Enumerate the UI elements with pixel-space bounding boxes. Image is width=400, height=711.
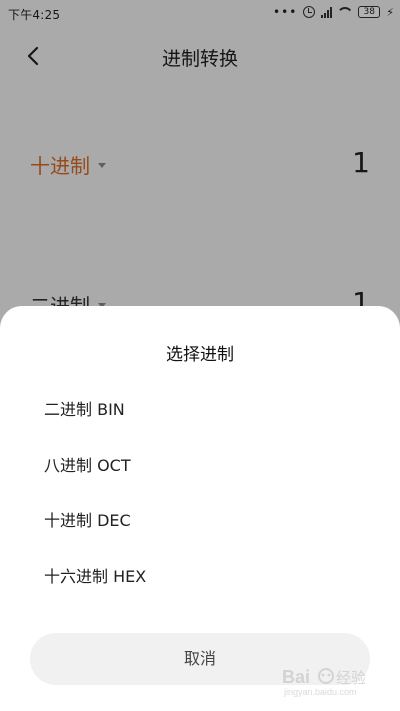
- svg-text:jingyan.baidu.com: jingyan.baidu.com: [283, 687, 357, 697]
- select-base-sheet: 选择进制 二进制 BIN 八进制 OCT 十进制 DEC 十六进制 HEX 取消: [0, 306, 400, 711]
- option-label: 二进制 BIN: [44, 400, 125, 419]
- option-hex[interactable]: 十六进制 HEX: [0, 549, 400, 599]
- baidu-jingyan-watermark: Bai 经验 jingyan.baidu.com: [280, 663, 390, 699]
- option-dec[interactable]: 十进制 DEC: [0, 493, 400, 543]
- option-label: 十六进制 HEX: [44, 567, 147, 586]
- option-oct[interactable]: 八进制 OCT: [0, 438, 400, 488]
- svg-text:Bai: Bai: [282, 667, 310, 687]
- option-bin[interactable]: 二进制 BIN: [0, 382, 400, 432]
- option-label: 八进制 OCT: [44, 456, 131, 475]
- svg-text:经验: 经验: [336, 669, 366, 687]
- baidu-logo-icon: Bai 经验 jingyan.baidu.com: [282, 667, 366, 697]
- sheet-title: 选择进制: [166, 345, 234, 365]
- option-label: 十进制 DEC: [44, 511, 131, 530]
